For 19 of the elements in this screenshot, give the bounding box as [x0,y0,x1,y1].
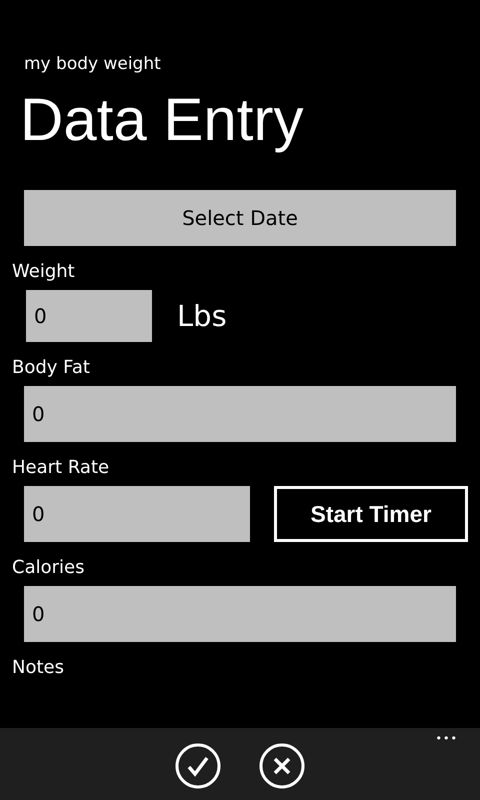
unit-label: Lbs [177,299,227,333]
field-label: Body Fat [12,356,90,380]
check-icon [176,744,220,788]
start-timer-button[interactable]: Start Timer [274,486,468,542]
input-field[interactable]: 0 [24,586,456,642]
cancel-button[interactable] [259,743,305,789]
confirm-button[interactable] [175,743,221,789]
input-field[interactable]: 0 [24,386,456,442]
input-field[interactable]: 0 [26,290,152,342]
field-label: Notes [12,656,64,680]
field-label: Calories [12,556,84,580]
app-title: my body weight [24,54,161,74]
field-label: Weight [12,260,75,284]
select-date-button[interactable]: Select Date [24,190,456,246]
more-button[interactable]: ••• [436,732,458,745]
page-title: Data Entry [20,85,304,155]
close-icon [260,744,304,788]
input-field[interactable]: 0 [24,486,250,542]
field-label: Heart Rate [12,456,110,480]
